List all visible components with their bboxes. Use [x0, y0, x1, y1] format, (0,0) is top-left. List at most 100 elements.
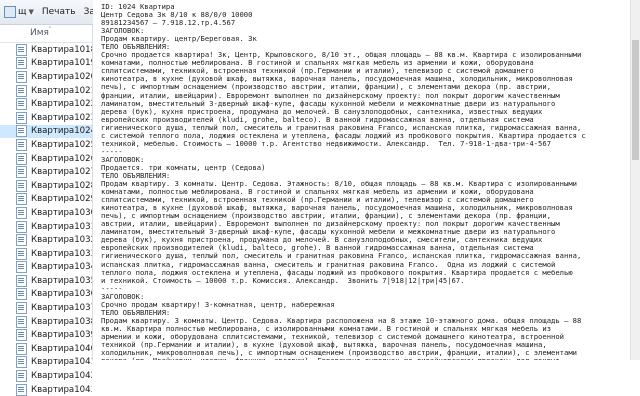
- file-item[interactable]: Квартира1033.txt: [0, 247, 92, 261]
- file-name: Квартира1035.txt: [31, 275, 92, 286]
- text-file-icon: [16, 342, 27, 355]
- file-name: Квартира1036.txt: [31, 289, 92, 300]
- file-name: Квартира1032.txt: [31, 235, 92, 246]
- file-item[interactable]: Квартира1026.txt: [0, 152, 92, 166]
- text-file-icon: [16, 70, 27, 83]
- file-name: Квартира1043.txt: [31, 384, 92, 395]
- file-item[interactable]: Квартира1038.txt: [0, 315, 92, 329]
- text-file-icon: [16, 57, 27, 70]
- text-file-icon: [16, 261, 27, 274]
- text-file-icon: [16, 234, 27, 247]
- file-item[interactable]: Квартира1027.txt: [0, 165, 92, 179]
- file-name: Квартира1028.txt: [31, 180, 92, 191]
- file-item[interactable]: Квартира1039.txt: [0, 328, 92, 342]
- text-file-icon: [16, 125, 27, 138]
- text-file-icon: [16, 111, 27, 124]
- notepad-window[interactable]: ID: 1024 Квартира Центр Седова 3к 8/10 к …: [93, 0, 640, 360]
- file-item[interactable]: Квартира1040.txt: [0, 342, 92, 356]
- file-name: Квартира1029.txt: [31, 194, 92, 205]
- file-list: Квартира1018.txt Квартира1019.txt Квартира…: [0, 43, 92, 396]
- text-line: 89181234567 – 7.918.12.тр.4.567: [101, 18, 236, 28]
- file-name: Квартира1027.txt: [31, 167, 92, 178]
- column-header-label: Имя: [30, 28, 49, 38]
- file-name: Квартира1038.txt: [31, 316, 92, 327]
- text-file-icon: [16, 370, 27, 383]
- file-item[interactable]: Квартира1024.txt: [0, 124, 92, 139]
- file-name: Квартира1033.txt: [31, 248, 92, 259]
- file-name: Квартира1024.txt: [31, 126, 92, 137]
- file-name: Квартира1019.txt: [31, 58, 92, 69]
- file-item[interactable]: Квартира1019.txt: [0, 57, 92, 71]
- file-name: Квартира1021.txt: [31, 85, 92, 96]
- text-line: -----: [101, 146, 123, 156]
- text-file-icon: [16, 84, 27, 97]
- file-name: Квартира1034.txt: [31, 262, 92, 273]
- text-file-icon: [16, 179, 27, 192]
- file-item[interactable]: Квартира1022.txt: [0, 97, 92, 111]
- file-name: Квартира1020.txt: [31, 71, 92, 82]
- sort-arrow-icon: ˄: [48, 26, 52, 34]
- text-line: -----: [101, 283, 123, 293]
- text-file-icon: [16, 356, 27, 369]
- text-line: Продам квартиру. центр/Береговая. 3к: [101, 34, 257, 44]
- file-item[interactable]: Квартира1041.txt: [0, 356, 92, 370]
- file-item[interactable]: Квартира1029.txt: [0, 193, 92, 207]
- file-name: Квартира1031.txt: [31, 221, 92, 232]
- file-name: Квартира1022.txt: [31, 99, 92, 110]
- file-item[interactable]: Квартира1043.txt: [0, 383, 92, 396]
- text-file-icon: [16, 152, 27, 165]
- file-item[interactable]: Квартира1020.txt: [0, 70, 92, 84]
- text-file-icon: [16, 43, 27, 56]
- file-name: Квартира1039.txt: [31, 330, 92, 341]
- text-line: техникой, мебелью. Стоимость – 10000 т.р…: [101, 138, 552, 148]
- file-item[interactable]: Квартира1028.txt: [0, 179, 92, 193]
- text-file-icon: [16, 193, 27, 206]
- text-file-icon: [16, 166, 27, 179]
- file-item[interactable]: Квартира1032.txt: [0, 233, 92, 247]
- text-file-icon: [16, 138, 27, 151]
- file-item[interactable]: Квартира1025.txt: [0, 138, 92, 152]
- file-name: Квартира1030.txt: [31, 207, 92, 218]
- file-name: Квартира1037.txt: [31, 303, 92, 314]
- share-label: щ: [18, 7, 27, 17]
- chevron-down-icon: ▼: [28, 8, 34, 16]
- file-item[interactable]: Квартира1034.txt: [0, 261, 92, 275]
- text-file-icon: [16, 274, 27, 287]
- print-label: Печать: [41, 7, 76, 17]
- text-file-icon: [16, 220, 27, 233]
- text-file-icon: [16, 288, 27, 301]
- file-item[interactable]: Квартира1021.txt: [0, 84, 92, 98]
- file-name: Квартира1026.txt: [31, 153, 92, 164]
- file-item[interactable]: Квартира1030.txt: [0, 206, 92, 220]
- file-name: Квартира1025.txt: [31, 139, 92, 150]
- file-item[interactable]: Квартира1035.txt: [0, 274, 92, 288]
- text-file-icon: [16, 329, 27, 342]
- file-name: Квартира1041.txt: [31, 357, 92, 368]
- file-name: Квартира1023.txt: [31, 112, 92, 123]
- file-item[interactable]: Квартира1031.txt: [0, 220, 92, 234]
- file-name: Квартира1040.txt: [31, 343, 92, 354]
- scrollbar-thumb[interactable]: [632, 40, 639, 160]
- explorer-toolbar: щ ▼ Печать Записать: [0, 0, 94, 25]
- file-name: Квартира1018.txt: [31, 44, 92, 55]
- file-item[interactable]: Квартира1036.txt: [0, 288, 92, 302]
- text-line: Продается. три комнаты, центр (Седова): [101, 162, 266, 172]
- share-button[interactable]: щ ▼: [2, 6, 36, 18]
- notepad-text-area[interactable]: ID: 1024 Квартира Центр Седова 3к 8/10 к …: [93, 0, 640, 360]
- file-list-panel: ˄ Имя Квартира1018.txtКвартира1019.txtКв…: [0, 25, 93, 396]
- share-icon: [4, 6, 16, 18]
- text-line: и техникой. Стоимость – 10000 т.р. Комис…: [101, 275, 465, 285]
- file-item[interactable]: Квартира1018.txt: [0, 43, 92, 57]
- file-item[interactable]: Квартира1037.txt: [0, 301, 92, 315]
- text-file-icon: [16, 206, 27, 219]
- file-item[interactable]: Квартира1023.txt: [0, 111, 92, 125]
- text-file-icon: [16, 383, 27, 396]
- file-item[interactable]: Квартира1042.txt: [0, 369, 92, 383]
- print-button[interactable]: Печать: [40, 7, 78, 17]
- text-line: Срочно продам квартиру! 3-комнатная, цен…: [101, 299, 335, 309]
- file-name: Квартира1042.txt: [31, 371, 92, 382]
- column-header-name[interactable]: ˄ Имя: [0, 25, 92, 43]
- text-file-icon: [16, 302, 27, 315]
- text-file-icon: [16, 247, 27, 260]
- vertical-scrollbar[interactable]: [630, 0, 640, 360]
